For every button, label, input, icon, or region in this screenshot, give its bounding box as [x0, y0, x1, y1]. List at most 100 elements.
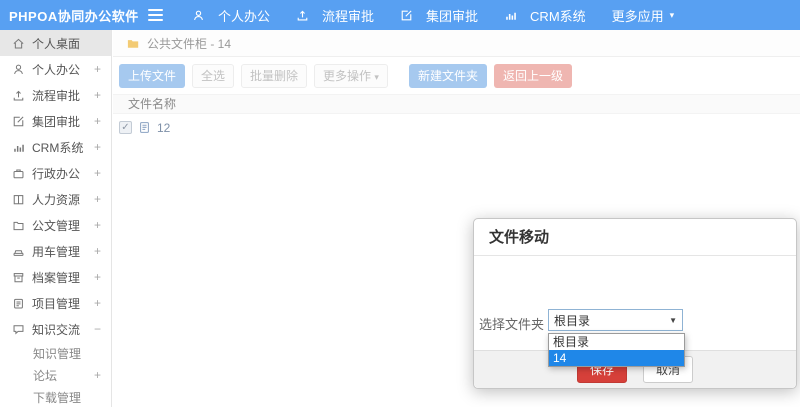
table-header-filename: 文件名称 — [113, 94, 800, 114]
expand-plus-icon[interactable]: + — [94, 166, 101, 180]
sidebar-item-label: 项目管理 — [32, 296, 81, 311]
expand-plus-icon[interactable]: + — [94, 244, 101, 258]
sidebar-item-label: 流程审批 — [32, 88, 81, 103]
select-all-button[interactable]: 全选 — [192, 64, 235, 88]
sidebar-item-desktop[interactable]: 个人桌面 — [0, 30, 111, 56]
sidebar-item-personal-office[interactable]: 个人办公 + — [0, 56, 111, 82]
bar-chart-icon — [504, 8, 518, 22]
expand-plus-icon[interactable]: + — [94, 114, 101, 128]
sidebar-item-label: 行政办公 — [32, 166, 81, 181]
user-icon — [192, 8, 206, 22]
nav-group-approval[interactable]: 集团审批 — [387, 0, 491, 30]
new-folder-button[interactable]: 新建文件夹 — [408, 64, 487, 88]
select-folder-label: 选择文件夹 — [478, 317, 544, 332]
file-icon — [138, 121, 151, 134]
collapse-minus-icon[interactable]: − — [94, 322, 101, 336]
upload-icon — [12, 88, 26, 102]
folder-icon — [12, 218, 26, 232]
sidebar-subitem-knowledge-mgmt[interactable]: 知识管理 — [0, 342, 111, 364]
row-checkbox[interactable]: ✓ — [119, 121, 132, 134]
folder-icon — [126, 37, 140, 50]
sidebar-item-admin-office[interactable]: 行政办公 + — [0, 160, 111, 186]
sidebar-item-label: 集团审批 — [32, 114, 81, 129]
more-actions-label: 更多操作 — [323, 69, 372, 83]
dialog-body: 选择文件夹 根目录 ▼ 根目录 14 — [474, 256, 796, 367]
briefcase-icon — [12, 166, 26, 180]
sidebar-item-projects[interactable]: 项目管理 + — [0, 290, 111, 316]
nav-more-apps[interactable]: 更多应用 ▾ — [599, 0, 688, 30]
dialog-title: 文件移动 — [474, 219, 796, 256]
breadcrumb-text: 公共文件柜 - 14 — [147, 36, 232, 51]
expand-plus-icon[interactable]: + — [94, 62, 101, 76]
upload-icon — [296, 8, 310, 22]
sidebar-item-hr[interactable]: 人力资源 + — [0, 186, 111, 212]
nav-label: 个人办公 — [218, 8, 271, 24]
upload-file-button[interactable]: 上传文件 — [119, 64, 186, 88]
sidebar-subitem-label: 论坛 — [33, 368, 58, 383]
sidebar-item-label: 个人桌面 — [32, 36, 81, 51]
sidebar-item-label: CRM系统 — [32, 140, 84, 155]
expand-plus-icon[interactable]: + — [94, 368, 101, 382]
sidebar-subitem-label: 知识管理 — [33, 346, 82, 361]
sidebar-subitem-forum[interactable]: 论坛 + — [0, 364, 111, 386]
user-icon — [12, 62, 26, 76]
sidebar-item-label: 个人办公 — [32, 62, 81, 77]
expand-plus-icon[interactable]: + — [94, 140, 101, 154]
expand-plus-icon[interactable]: + — [94, 88, 101, 102]
sidebar-item-knowledge[interactable]: 知识交流 − — [0, 316, 111, 342]
nav-crm-system[interactable]: CRM系统 — [491, 0, 599, 30]
nav-label: 流程审批 — [322, 8, 375, 24]
caret-down-icon: ▼ — [669, 315, 677, 325]
sidebar: 个人桌面 个人办公 + 流程审批 + 集团审批 + CRM系统 + 行政办公 + — [0, 30, 112, 407]
sidebar-subitem-label: 下载管理 — [33, 390, 82, 405]
expand-plus-icon[interactable]: + — [94, 270, 101, 284]
toolbar: 上传文件 全选 批量删除 更多操作 ▾ 新建文件夹 返回上一级 — [113, 57, 800, 94]
sidebar-item-crm[interactable]: CRM系统 + — [0, 134, 111, 160]
sidebar-item-label: 知识交流 — [32, 322, 81, 337]
sidebar-item-archives[interactable]: 档案管理 + — [0, 264, 111, 290]
home-icon — [12, 36, 26, 50]
sidebar-item-workflow-approval[interactable]: 流程审批 + — [0, 82, 111, 108]
batch-delete-button[interactable]: 批量删除 — [241, 64, 308, 88]
sidebar-item-label: 用车管理 — [32, 244, 81, 259]
hamburger-menu-icon[interactable] — [148, 9, 163, 21]
option-root-directory[interactable]: 根目录 — [549, 334, 684, 350]
caret-down-icon: ▾ — [669, 9, 675, 20]
top-nav: 个人办公 流程审批 集团审批 CRM系统 更多应用 ▾ — [179, 0, 687, 30]
caret-down-icon: ▾ — [374, 72, 379, 82]
sidebar-item-label: 人力资源 — [32, 192, 81, 207]
file-move-dialog: 文件移动 选择文件夹 根目录 ▼ 根目录 14 保存 取消 — [473, 218, 797, 389]
nav-label: 更多应用 — [611, 8, 664, 24]
sidebar-item-vehicle[interactable]: 用车管理 + — [0, 238, 111, 264]
expand-plus-icon[interactable]: + — [94, 296, 101, 310]
app-logo: PHPOA协同办公软件 — [9, 8, 139, 24]
folder-select-dropdown: 根目录 14 — [548, 333, 685, 367]
go-up-level-button[interactable]: 返回上一级 — [493, 64, 572, 88]
book-icon — [12, 192, 26, 206]
bar-chart-icon — [12, 140, 26, 154]
topbar: PHPOA协同办公软件 个人办公 流程审批 集团审批 CRM系统 更多应用 ▾ — [0, 0, 800, 30]
clipboard-icon — [12, 296, 26, 310]
folder-select[interactable]: 根目录 ▼ — [548, 309, 683, 331]
sidebar-item-group-approval[interactable]: 集团审批 + — [0, 108, 111, 134]
breadcrumb: 公共文件柜 - 14 — [113, 30, 800, 57]
edit-icon — [400, 8, 414, 22]
expand-plus-icon[interactable]: + — [94, 192, 101, 206]
file-name[interactable]: 12 — [157, 121, 170, 135]
expand-plus-icon[interactable]: + — [94, 218, 101, 232]
edit-icon — [12, 114, 26, 128]
car-icon — [12, 244, 26, 258]
nav-personal-office[interactable]: 个人办公 — [179, 0, 283, 30]
chat-icon — [12, 322, 26, 336]
nav-workflow-approval[interactable]: 流程审批 — [283, 0, 387, 30]
sidebar-item-label: 公文管理 — [32, 218, 81, 233]
sidebar-item-documents[interactable]: 公文管理 + — [0, 212, 111, 238]
nav-label: CRM系统 — [530, 8, 586, 24]
option-14[interactable]: 14 — [549, 350, 684, 366]
table-row[interactable]: ✓ 12 — [113, 114, 800, 141]
more-actions-button[interactable]: 更多操作 ▾ — [314, 64, 388, 88]
sidebar-subitem-downloads[interactable]: 下载管理 — [0, 386, 111, 407]
selected-value: 根目录 — [554, 313, 591, 328]
nav-label: 集团审批 — [426, 8, 479, 24]
archive-icon — [12, 270, 26, 284]
